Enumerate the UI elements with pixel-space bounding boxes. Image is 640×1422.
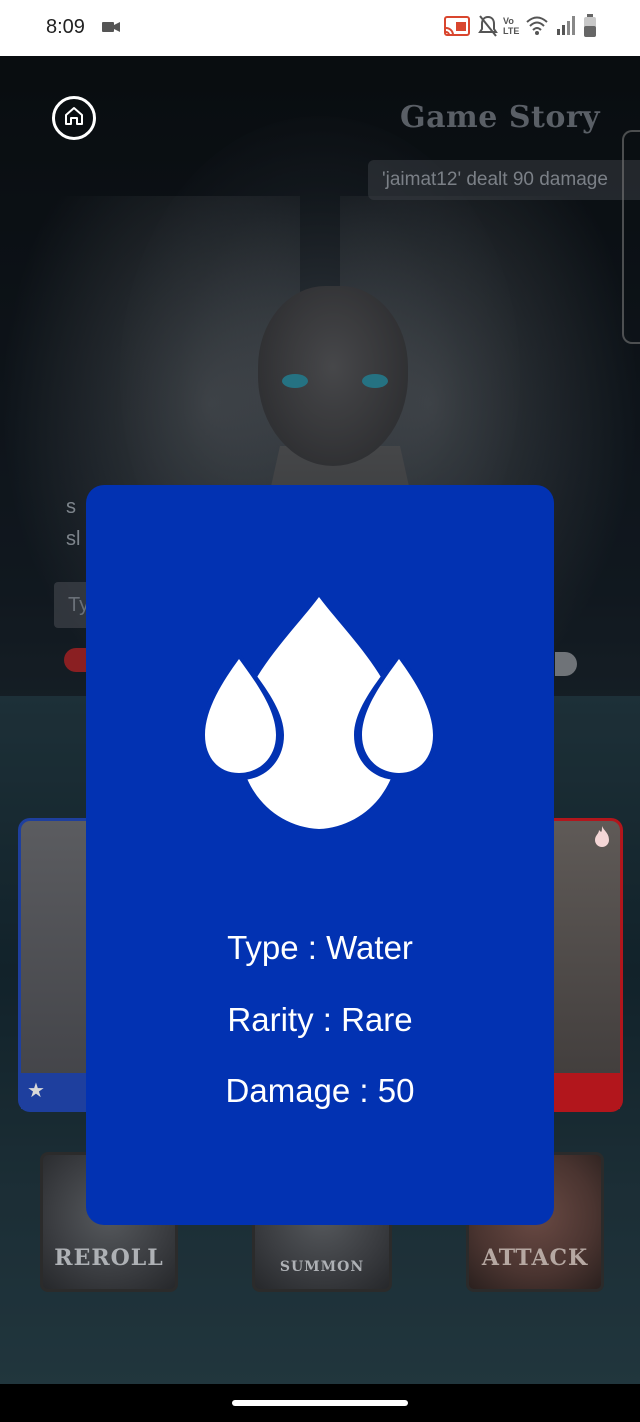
gesture-handle[interactable] — [232, 1400, 408, 1406]
side-panel-handle[interactable] — [622, 130, 640, 344]
video-camera-icon — [102, 20, 120, 39]
wifi-icon — [526, 14, 548, 41]
fire-icon — [592, 825, 612, 855]
card-detail-modal[interactable]: Type : Water Rarity : Rare Damage : 50 — [86, 485, 554, 1225]
battery-icon — [584, 14, 596, 43]
card-rarity: Rarity : Rare — [227, 1001, 413, 1038]
story-log-entry: 'jaimat12' dealt 90 damage — [368, 160, 640, 200]
summon-label: SUMMON — [279, 1259, 365, 1275]
card-type: Type : Water — [227, 929, 413, 966]
reroll-label: REROLL — [54, 1245, 164, 1271]
bell-off-icon — [478, 14, 498, 43]
opponent-card-footer — [554, 1073, 620, 1109]
star-icon: ★ — [27, 1080, 45, 1102]
status-bar: 8:09 Vo LTE — [0, 0, 640, 56]
opponent-card[interactable] — [554, 818, 623, 1112]
signal-icon — [556, 14, 576, 41]
water-drops-icon — [199, 597, 439, 857]
player-card[interactable]: ★ — [18, 818, 91, 1112]
status-time: 8:09 — [46, 16, 85, 38]
volte-icon: Vo LTE — [503, 16, 520, 36]
attack-label: ATTACK — [481, 1245, 589, 1271]
game-story-title: Game Story — [400, 100, 601, 135]
chat-message-line: s — [66, 496, 76, 518]
cast-icon — [444, 14, 470, 43]
home-button[interactable] — [52, 96, 96, 140]
story-log-text: 'jaimat12' dealt 90 damage — [382, 169, 608, 190]
card-damage: Damage : 50 — [225, 1072, 415, 1109]
chat-send-button[interactable] — [64, 648, 86, 672]
navigation-bar — [0, 1384, 640, 1422]
chat-message-line: sl — [66, 528, 81, 550]
home-icon — [63, 105, 85, 132]
